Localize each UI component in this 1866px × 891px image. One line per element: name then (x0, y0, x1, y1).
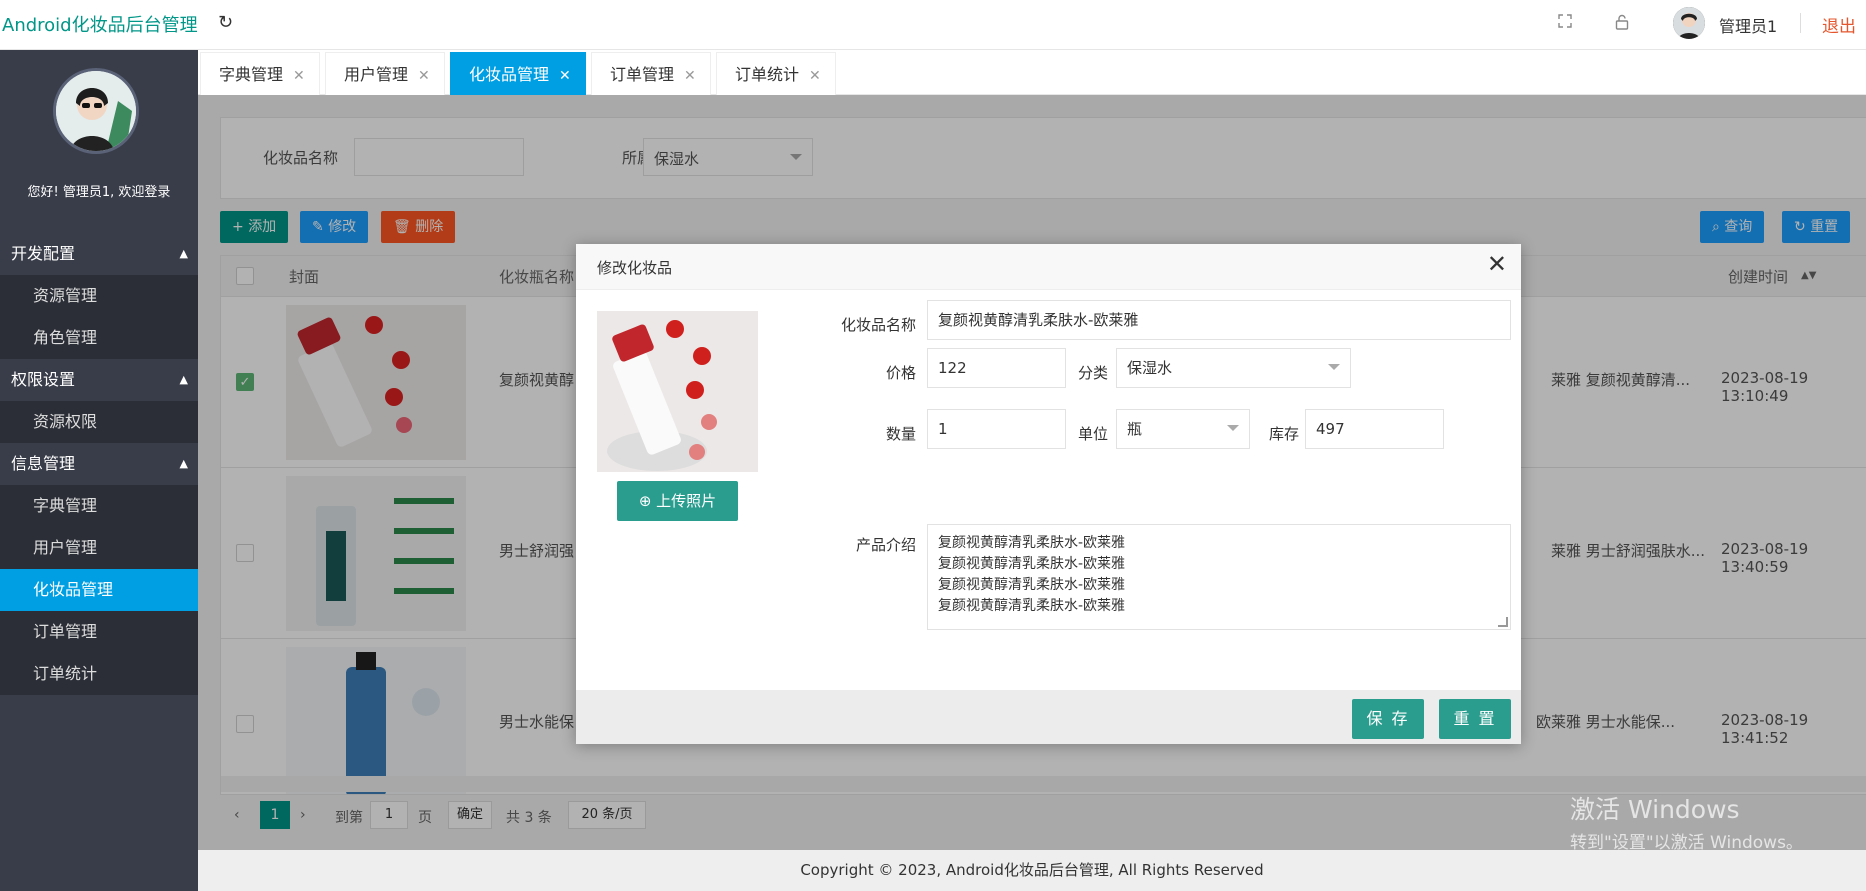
menu-group-label: 信息管理 (11, 454, 76, 473)
caret-down-icon (1227, 425, 1239, 431)
close-icon[interactable]: ✕ (418, 68, 430, 84)
reset-form-button[interactable]: 重 置 (1439, 699, 1511, 739)
sidebar: 您好! 管理员1, 欢迎登录 开发配置 ▲ 资源管理 角色管理 权限设置 ▲ 资源权… (0, 50, 198, 891)
dialog-header: 修改化妆品 ✕ (576, 244, 1521, 290)
tab-label: 订单管理 (610, 65, 675, 84)
close-icon[interactable]: ✕ (684, 68, 696, 84)
category-select[interactable]: 保湿水 (1116, 348, 1351, 388)
windows-watermark: 激活 Windows 转到"设置"以激活 Windows。 (1570, 790, 1803, 853)
tab-dictionary[interactable]: 字典管理 ✕ (200, 52, 320, 95)
caret-up-icon: ▲ (179, 247, 188, 260)
intro-line: 复颜视黄醇清乳柔肤水-欧莱雅 (938, 577, 1126, 593)
sidebar-menu: 开发配置 ▲ 资源管理 角色管理 权限设置 ▲ 资源权限 信息管理 ▲ 字典管理 用户… (0, 233, 198, 695)
sidebar-item-resource[interactable]: 资源管理 (0, 275, 198, 317)
tab-users[interactable]: 用户管理 ✕ (325, 52, 445, 95)
top-bar: Android化妆品后台管理 ↻ 管理员1 退出 (0, 0, 1866, 50)
caret-down-icon (1328, 364, 1340, 370)
lock-icon[interactable] (1615, 14, 1629, 34)
upload-photo-button[interactable]: ⊕ 上传照片 (617, 481, 738, 521)
watermark-line2: 转到"设置"以激活 Windows。 (1570, 833, 1803, 853)
sidebar-item-orders[interactable]: 订单管理 (0, 611, 198, 653)
menu-group-label: 开发配置 (11, 244, 76, 263)
tab-orders[interactable]: 订单管理 ✕ (591, 52, 711, 95)
sidebar-item-dictionary[interactable]: 字典管理 (0, 485, 198, 527)
logout-link[interactable]: 退出 (1822, 12, 1856, 37)
close-icon[interactable]: ✕ (293, 68, 305, 84)
intro-textarea[interactable]: 复颜视黄醇清乳柔肤水-欧莱雅 复颜视黄醇清乳柔肤水-欧莱雅 复颜视黄醇清乳柔肤水… (927, 524, 1511, 630)
sidebar-item-order-stats[interactable]: 订单统计 (0, 653, 198, 695)
menu-group-label: 权限设置 (11, 370, 76, 389)
footer: Copyright © 2023, Android化妆品后台管理, All Ri… (198, 850, 1866, 891)
tab-label: 化妆品管理 (469, 65, 550, 84)
welcome-text: 您好! 管理员1, 欢迎登录 (27, 185, 171, 200)
intro-line: 复颜视黄醇清乳柔肤水-欧莱雅 (938, 556, 1126, 572)
caret-up-icon: ▲ (179, 373, 188, 386)
edit-cosmetic-dialog: 修改化妆品 ✕ ⊕ 上传照片 化妆品名称 复颜视黄醇清乳柔肤水-欧莱雅 价格 1… (576, 244, 1521, 744)
plus-circle-icon: ⊕ (638, 492, 657, 510)
caret-up-icon: ▲ (179, 457, 188, 470)
menu-group-dev-config[interactable]: 开发配置 ▲ (0, 233, 198, 275)
user-name[interactable]: 管理员1 (1719, 13, 1777, 37)
price-label: 价格 (885, 364, 916, 382)
divider (1800, 13, 1801, 33)
resize-handle-icon[interactable] (1498, 617, 1508, 627)
menu-group-info[interactable]: 信息管理 ▲ (0, 443, 198, 485)
quantity-label: 数量 (885, 425, 916, 443)
close-icon[interactable]: ✕ (1487, 252, 1507, 276)
watermark-line1: 激活 Windows (1570, 795, 1740, 824)
save-button[interactable]: 保 存 (1352, 699, 1424, 739)
sidebar-item-users[interactable]: 用户管理 (0, 527, 198, 569)
quantity-input[interactable]: 1 (927, 409, 1066, 449)
dialog-footer: 保 存 重 置 (576, 690, 1521, 744)
price-input[interactable]: 122 (927, 348, 1066, 388)
upload-label: 上传照片 (656, 492, 717, 510)
intro-line: 复颜视黄醇清乳柔肤水-欧莱雅 (938, 598, 1126, 614)
name-label: 化妆品名称 (840, 316, 916, 334)
dialog-title: 修改化妆品 (597, 259, 673, 277)
menu-group-items: 资源权限 (0, 401, 198, 443)
unit-value: 瓶 (1127, 420, 1143, 438)
menu-group-permission[interactable]: 权限设置 ▲ (0, 359, 198, 401)
app-brand: Android化妆品后台管理 (2, 15, 198, 36)
category-value: 保湿水 (1127, 359, 1173, 377)
unit-select[interactable]: 瓶 (1116, 409, 1250, 449)
tab-order-stats[interactable]: 订单统计 ✕ (716, 52, 836, 95)
stock-input[interactable]: 497 (1305, 409, 1444, 449)
user-avatar[interactable] (1673, 7, 1705, 39)
menu-group-items: 字典管理 用户管理 化妆品管理 订单管理 订单统计 (0, 485, 198, 695)
category-label: 分类 (1077, 364, 1108, 382)
close-icon[interactable]: ✕ (559, 68, 571, 84)
tab-label: 订单统计 (735, 65, 800, 84)
sidebar-item-resource-permission[interactable]: 资源权限 (0, 401, 198, 443)
intro-line: 复颜视黄醇清乳柔肤水-欧莱雅 (938, 535, 1126, 551)
name-input[interactable]: 复颜视黄醇清乳柔肤水-欧莱雅 (927, 300, 1511, 340)
fullscreen-icon[interactable] (1558, 14, 1572, 32)
close-icon[interactable]: ✕ (809, 68, 821, 84)
product-image (597, 311, 758, 472)
tab-bar: 字典管理 ✕ 用户管理 ✕ 化妆品管理 ✕ 订单管理 ✕ 订单统计 ✕ (198, 50, 1866, 95)
tab-label: 字典管理 (219, 65, 284, 84)
stock-label: 库存 (1268, 425, 1299, 443)
unit-label: 单位 (1077, 425, 1108, 443)
refresh-icon[interactable]: ↻ (218, 12, 233, 33)
sidebar-avatar (53, 68, 139, 154)
sidebar-item-cosmetics[interactable]: 化妆品管理 (0, 569, 198, 611)
dialog-body: ⊕ 上传照片 化妆品名称 复颜视黄醇清乳柔肤水-欧莱雅 价格 122 分类 保湿… (576, 290, 1521, 690)
menu-group-items: 资源管理 角色管理 (0, 275, 198, 359)
intro-label: 产品介绍 (855, 536, 916, 554)
tab-cosmetics[interactable]: 化妆品管理 ✕ (450, 52, 586, 95)
sidebar-item-role[interactable]: 角色管理 (0, 317, 198, 359)
tab-label: 用户管理 (344, 65, 409, 84)
